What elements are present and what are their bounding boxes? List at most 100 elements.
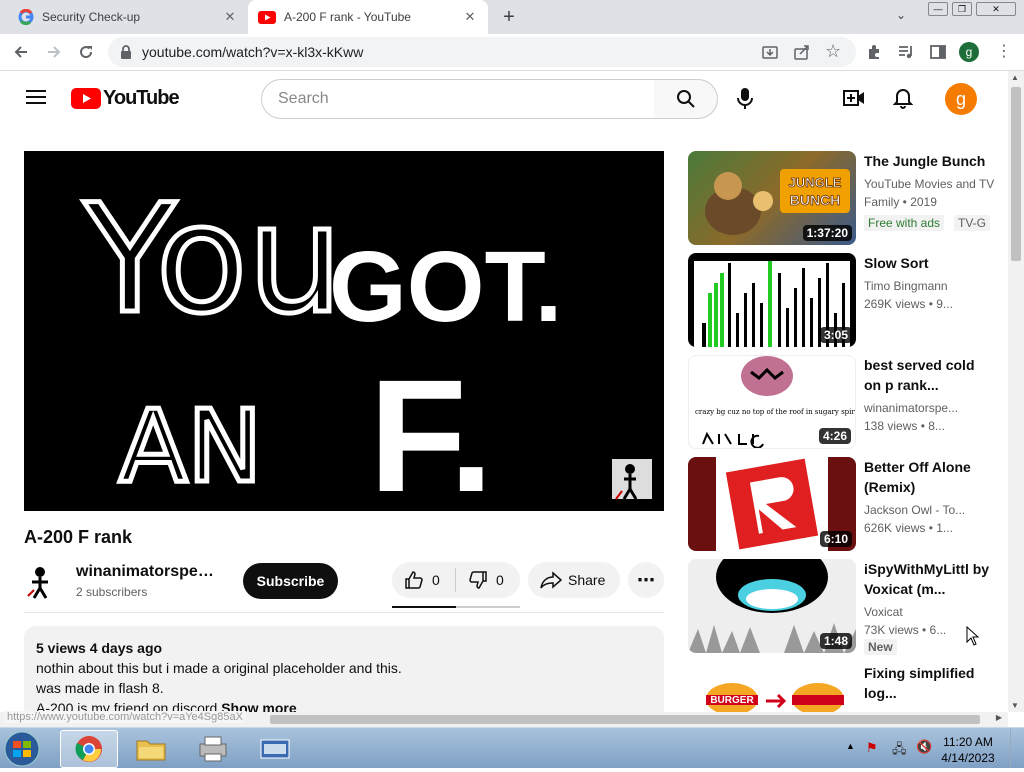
video-player[interactable]: You GOT. AN F. bbox=[24, 151, 664, 511]
channel-name: Timo Bingmann bbox=[864, 279, 948, 293]
close-tab-icon[interactable]: ✕ bbox=[462, 9, 478, 25]
maximize-button[interactable]: ❐ bbox=[952, 2, 972, 16]
address-bar[interactable]: youtube.com/watch?v=x-kl3x-kKww ☆ bbox=[108, 37, 856, 67]
tab-title: A-200 F rank - YouTube bbox=[284, 10, 411, 24]
frame-text-got: GOT. bbox=[329, 231, 562, 343]
tab-youtube[interactable]: A-200 F rank - YouTube ✕ bbox=[248, 0, 488, 34]
reload-icon[interactable] bbox=[77, 43, 95, 61]
video-thumbnail[interactable]: 6:10 bbox=[688, 457, 856, 551]
like-button[interactable]: 0 bbox=[392, 568, 456, 592]
scrollbar-thumb[interactable] bbox=[1011, 87, 1021, 261]
minimize-button[interactable]: — bbox=[928, 2, 948, 16]
recommendation-item[interactable]: crazy bg cuz no top of the roof in sugar… bbox=[688, 355, 1008, 449]
video-thumbnail[interactable]: JUNGLE BUNCH 1:37:20 bbox=[688, 151, 856, 245]
search-icon bbox=[676, 90, 695, 108]
network-icon[interactable]: 🖧 bbox=[892, 740, 907, 762]
close-tab-icon[interactable]: ✕ bbox=[222, 9, 238, 25]
youtube-icon bbox=[258, 10, 276, 24]
recommendation-item[interactable]: 6:10 Better Off Alone (Remix) Jackson Ow… bbox=[688, 457, 1008, 551]
youtube-logo-icon bbox=[71, 88, 101, 109]
video-title: A-200 F rank bbox=[24, 527, 133, 547]
tab-strip: Security Check-up ✕ A-200 F rank - YouTu… bbox=[0, 0, 1024, 34]
hamburger-menu-icon[interactable] bbox=[26, 89, 46, 105]
clock[interactable]: 11:20 AM 4/14/2023 bbox=[936, 734, 1000, 766]
close-window-button[interactable]: ✕ bbox=[976, 2, 1016, 16]
tab-search-icon[interactable]: ⌄ bbox=[896, 8, 906, 22]
media-control-icon[interactable] bbox=[898, 44, 914, 60]
recommendation-item[interactable]: 3:05 Slow Sort Timo Bingmann 269K views … bbox=[688, 253, 1008, 347]
forward-icon[interactable] bbox=[45, 43, 63, 61]
taskbar-onscreen-keyboard[interactable] bbox=[246, 730, 304, 768]
duration-badge: 1:37:20 bbox=[802, 225, 852, 241]
frame-text-you: You bbox=[83, 173, 343, 347]
channel-name: winanimatorspe... bbox=[864, 401, 959, 415]
profile-avatar[interactable]: g bbox=[959, 42, 979, 62]
scroll-right-arrow-icon[interactable]: ▶ bbox=[996, 713, 1002, 722]
google-icon bbox=[18, 9, 34, 25]
duration-badge: 6:10 bbox=[819, 531, 852, 547]
channel-name[interactable]: winanimatorspeedrun bbox=[76, 563, 216, 581]
views-and-date: 5 views 4 days ago bbox=[36, 640, 163, 656]
vertical-scrollbar[interactable]: ▲ ▼ bbox=[1008, 71, 1024, 712]
printer-icon bbox=[199, 736, 227, 762]
video-thumbnail[interactable]: 1:48 bbox=[688, 559, 856, 653]
video-thumbnail[interactable]: BURGER bbox=[688, 663, 856, 713]
show-desktop-button[interactable] bbox=[1010, 728, 1024, 768]
recommendation-title: Slow Sort bbox=[864, 255, 929, 271]
microphone-icon[interactable] bbox=[737, 88, 753, 110]
side-panel-icon[interactable] bbox=[930, 44, 946, 60]
duration-badge: 3:05 bbox=[819, 327, 852, 343]
account-avatar[interactable]: g bbox=[945, 83, 977, 115]
taskbar-chrome[interactable] bbox=[60, 730, 118, 768]
dislike-button[interactable]: 0 bbox=[456, 570, 520, 590]
chrome-icon bbox=[75, 736, 102, 762]
thumb-caption: crazy bg cuz no top of the roof in sugar… bbox=[695, 408, 856, 416]
video-meta: 138 views • 8... bbox=[864, 419, 945, 433]
create-video-icon[interactable] bbox=[843, 88, 865, 108]
recommendation-title: iSpyWithMyLittl by Voxicat (m... bbox=[864, 561, 990, 597]
tab-security-checkup[interactable]: Security Check-up ✕ bbox=[8, 0, 248, 34]
thumbs-up-icon bbox=[405, 571, 423, 589]
like-ratio-bar-bg bbox=[456, 606, 520, 608]
youtube-logo-text: YouTube bbox=[103, 87, 180, 109]
share-button[interactable]: Share bbox=[528, 562, 620, 598]
start-button[interactable] bbox=[4, 731, 44, 767]
scroll-up-arrow-icon[interactable]: ▲ bbox=[1011, 73, 1019, 82]
frame-text-f: F. bbox=[369, 346, 493, 511]
description-line: nothin about this but i made a original … bbox=[36, 660, 402, 676]
scroll-down-arrow-icon[interactable]: ▼ bbox=[1011, 701, 1019, 710]
share-page-icon[interactable] bbox=[794, 44, 810, 60]
extensions-icon[interactable] bbox=[866, 44, 882, 60]
recommendation-item[interactable]: JUNGLE BUNCH 1:37:20 The Jungle Bunch Yo… bbox=[688, 151, 1008, 245]
video-thumbnail[interactable]: 3:05 bbox=[688, 253, 856, 347]
lock-icon[interactable] bbox=[120, 45, 132, 59]
scrollbar-thumb[interactable] bbox=[270, 715, 980, 724]
video-thumbnail[interactable]: crazy bg cuz no top of the roof in sugar… bbox=[688, 355, 856, 449]
video-meta: Family • 2019 bbox=[864, 195, 937, 209]
channel-name: Jackson Owl - To... bbox=[864, 503, 966, 517]
chrome-menu-icon[interactable]: ⋮ bbox=[996, 41, 1012, 61]
search-input[interactable]: Search bbox=[261, 79, 655, 119]
search-button[interactable] bbox=[654, 79, 718, 119]
taskbar-explorer[interactable] bbox=[122, 730, 180, 768]
show-hidden-icons[interactable]: ▲ bbox=[846, 741, 855, 751]
recommendation-item[interactable]: 1:48 iSpyWithMyLittl by Voxicat (m... Vo… bbox=[688, 559, 1008, 655]
channel-avatar[interactable] bbox=[24, 564, 54, 600]
url-text: youtube.com/watch?v=x-kl3x-kKww bbox=[142, 44, 364, 60]
action-center-flag-icon[interactable]: ⚑ bbox=[866, 740, 878, 756]
taskbar: ▲ ⚑ 🖧 🔇 11:20 AM 4/14/2023 bbox=[0, 727, 1024, 768]
taskbar-printer[interactable] bbox=[184, 730, 242, 768]
bookmark-star-icon[interactable]: ☆ bbox=[825, 41, 841, 62]
keyboard-icon bbox=[260, 739, 290, 759]
new-tab-button[interactable]: + bbox=[498, 6, 520, 28]
duration-badge: 1:48 bbox=[819, 633, 852, 649]
subscribe-button[interactable]: Subscribe bbox=[243, 563, 338, 599]
notifications-bell-icon[interactable] bbox=[893, 87, 913, 109]
back-icon[interactable] bbox=[12, 43, 30, 61]
new-badge: New bbox=[864, 639, 897, 655]
more-actions-button[interactable]: ⋯ bbox=[628, 562, 664, 598]
install-app-icon[interactable] bbox=[762, 44, 778, 60]
volume-muted-icon[interactable]: 🔇 bbox=[916, 739, 932, 755]
youtube-logo[interactable]: YouTube bbox=[71, 87, 180, 110]
recommendation-item[interactable]: BURGER Fixing simplified log... bbox=[688, 663, 1008, 713]
